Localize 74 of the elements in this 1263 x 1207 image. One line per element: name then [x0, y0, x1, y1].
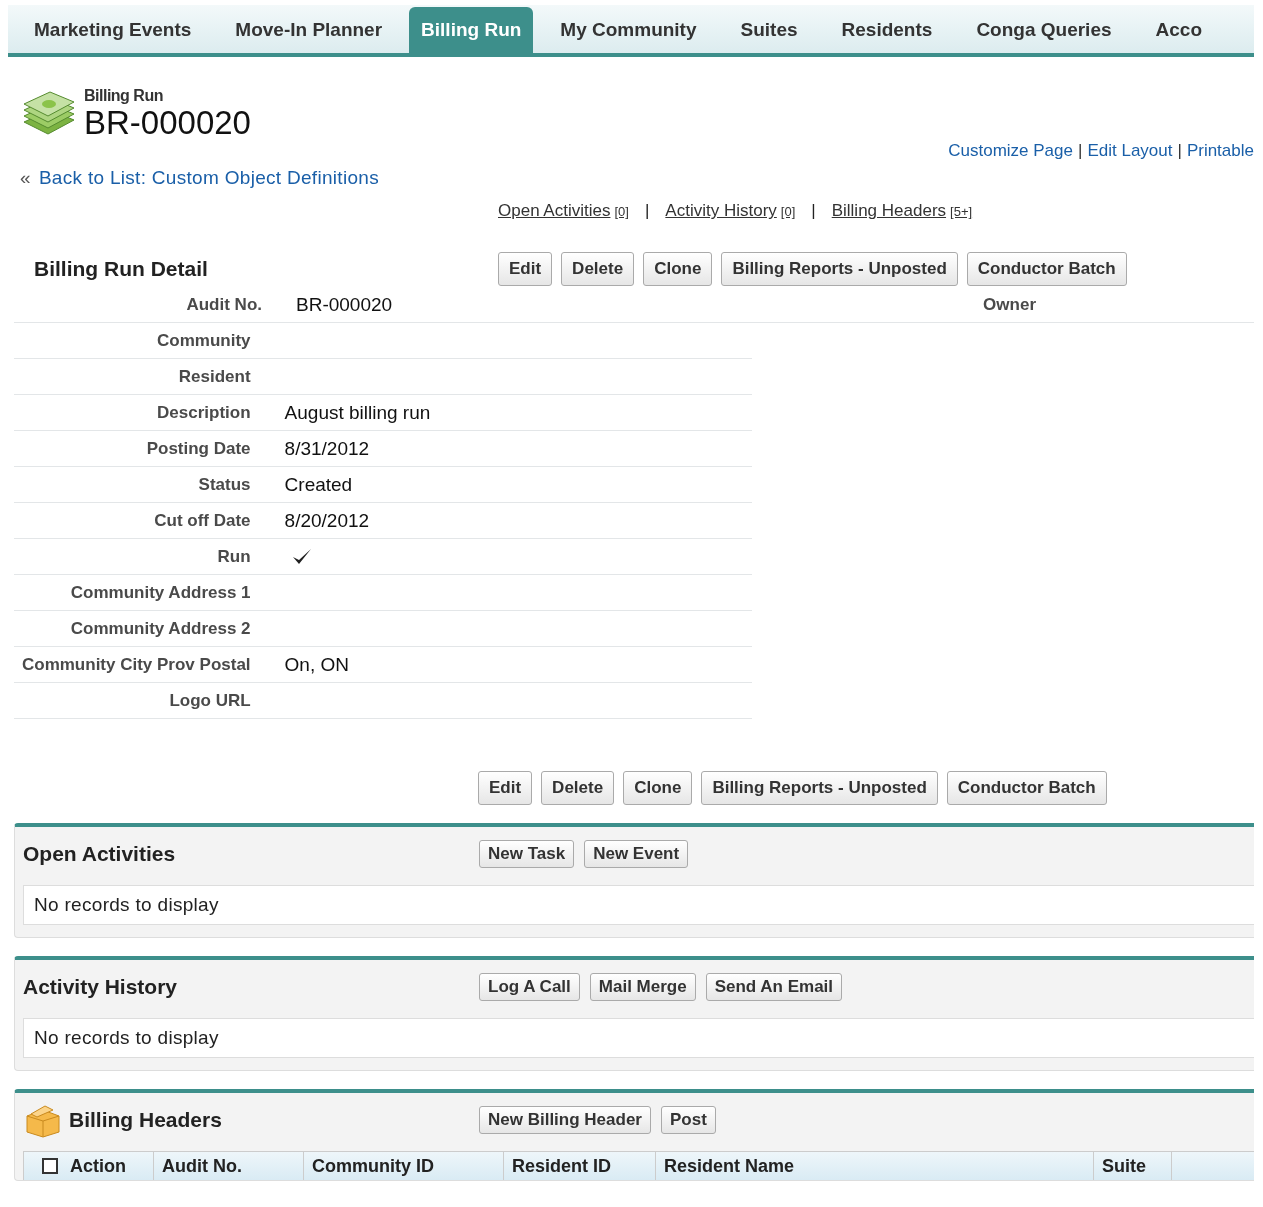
nav-tab[interactable]: Acco: [1133, 7, 1224, 53]
column-header: Community ID: [312, 1155, 434, 1177]
column-header: Suite: [1102, 1155, 1146, 1177]
section-title: Activity History: [23, 975, 178, 1000]
page-link[interactable]: Printable: [1186, 141, 1254, 162]
page-link[interactable]: Customize Page: [948, 141, 1073, 162]
field-label: Description: [156, 402, 251, 423]
field-label: Community: [156, 330, 251, 351]
action-button[interactable]: Conductor Batch: [966, 252, 1127, 287]
action-button[interactable]: Edit: [478, 771, 533, 806]
empty-message: No records to display: [23, 885, 1254, 926]
nav-tab[interactable]: My Community: [538, 7, 719, 53]
section-title: Billing Run Detail: [33, 257, 209, 282]
field-value: 8/31/2012: [284, 437, 370, 460]
field-label: Posting Date: [145, 438, 251, 459]
field-label: Community City Prov Postal: [20, 654, 251, 675]
action-button[interactable]: New Billing Header: [479, 1106, 651, 1135]
field-label: Resident: [177, 366, 251, 387]
link-separator: |: [1177, 141, 1182, 162]
nav-tab[interactable]: Suites: [718, 7, 820, 53]
action-button[interactable]: Billing Reports - Unposted: [701, 771, 938, 806]
action-button[interactable]: Mail Merge: [589, 973, 696, 1002]
record-name: BR-000020: [84, 105, 251, 142]
field-label: Cut off Date: [153, 510, 251, 531]
action-button[interactable]: Edit: [498, 252, 553, 287]
field-label: Status: [197, 474, 251, 495]
column-header: Resident ID: [512, 1155, 612, 1177]
nav-tab[interactable]: Move-In Planner: [213, 7, 405, 53]
link-separator: |: [811, 201, 816, 222]
action-button[interactable]: Clone: [643, 252, 713, 287]
record-count: [0]: [614, 204, 629, 220]
field-label: Community Address 1: [69, 582, 251, 603]
field-value: Created: [284, 473, 353, 496]
link-separator: |: [644, 201, 650, 222]
field-value: On, ON: [284, 653, 349, 676]
column-header: Resident Name: [664, 1155, 795, 1177]
select-all-checkbox[interactable]: [42, 1158, 58, 1175]
column-header: Action: [70, 1155, 126, 1177]
record-count: [5+]: [950, 204, 973, 220]
action-button[interactable]: New Event: [584, 840, 689, 869]
nav-tab[interactable]: Marketing Events: [12, 7, 214, 53]
link-separator: |: [1078, 141, 1083, 162]
action-button[interactable]: Post: [661, 1106, 716, 1135]
empty-message: No records to display: [23, 1018, 1254, 1059]
action-button[interactable]: Send An Email: [705, 973, 843, 1002]
record-count: [0]: [780, 204, 796, 220]
field-value: 8/20/2012: [284, 509, 370, 532]
field-label: Audit No.: [185, 294, 262, 315]
action-button[interactable]: Delete: [541, 771, 615, 806]
action-button[interactable]: Billing Reports - Unposted: [721, 252, 958, 287]
nav-tab[interactable]: Billing Run: [409, 7, 534, 53]
field-label: Run: [216, 546, 251, 567]
back-link[interactable]: Back to List: Custom Object Definitions: [38, 167, 379, 190]
field-value: August billing run: [284, 401, 431, 424]
related-list-link[interactable]: Open Activities: [498, 201, 611, 222]
field-label: Logo URL: [168, 690, 251, 711]
field-value: BR-000020: [296, 293, 393, 316]
related-list-link[interactable]: Billing Headers: [831, 201, 947, 222]
nav-tab[interactable]: Conga Queries: [954, 7, 1134, 53]
section-title: Open Activities: [23, 842, 176, 867]
action-button[interactable]: Clone: [623, 771, 693, 806]
action-button[interactable]: Log A Call: [479, 973, 580, 1002]
nav-tab[interactable]: Residents: [819, 7, 955, 53]
section-title: Billing Headers: [69, 1108, 222, 1133]
record-type: Billing Run: [84, 87, 164, 105]
column-header: Audit No.: [162, 1155, 242, 1177]
field-label: Owner: [982, 294, 1036, 315]
page-link[interactable]: Edit Layout: [1087, 141, 1173, 162]
field-label: Community Address 2: [69, 618, 251, 639]
related-list-link[interactable]: Activity History: [665, 201, 777, 222]
action-button[interactable]: Conductor Batch: [946, 771, 1107, 806]
action-button[interactable]: New Task: [479, 840, 575, 869]
action-button[interactable]: Delete: [561, 252, 635, 287]
back-marker: «: [20, 167, 31, 190]
